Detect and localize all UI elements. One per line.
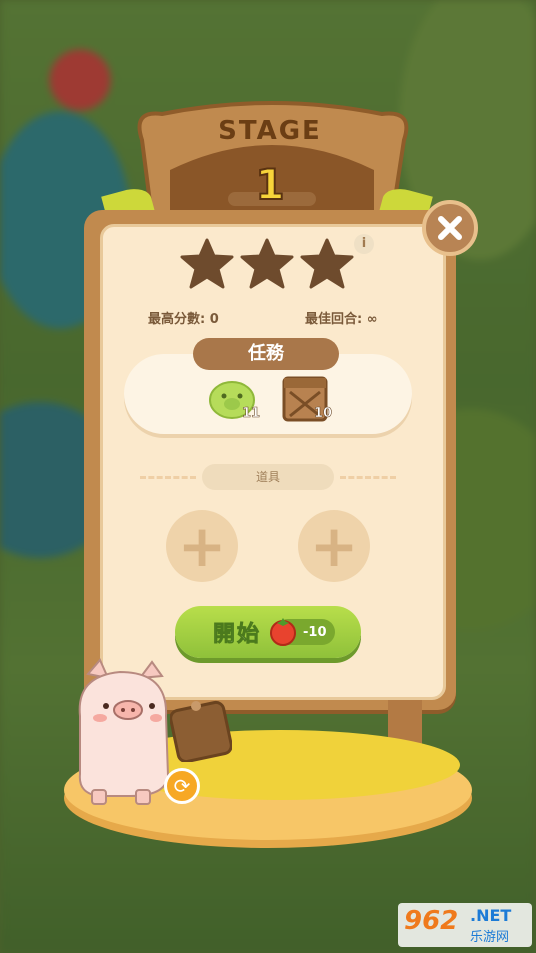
task-count-crate: 10 (314, 406, 333, 422)
watermark-site: 乐游网 (470, 930, 510, 945)
close-button[interactable] (422, 200, 478, 256)
divider-right (340, 476, 396, 479)
cost-badge: -10 (270, 618, 336, 646)
stage-title: STAGE (218, 116, 322, 146)
star-2-icon (240, 238, 294, 289)
task-count-pig: 11 (242, 406, 261, 422)
star-1-icon (180, 238, 234, 289)
stage-number: 1 (254, 159, 285, 210)
refresh-icon: ⟳ (173, 774, 191, 798)
tomato-icon (270, 618, 297, 646)
best-score-text: 最高分數: 0 (148, 312, 219, 327)
item-slot-2[interactable]: + (298, 510, 370, 582)
item-slot-1[interactable]: + (166, 510, 238, 582)
star-3-icon (300, 238, 354, 289)
plus-icon: + (177, 512, 227, 580)
refresh-button[interactable]: ⟳ (164, 768, 200, 804)
best-rounds-text: 最佳回合: ∞ (305, 312, 378, 327)
start-button[interactable]: 開始 -10 (175, 606, 361, 658)
watermark-net: .NET (470, 906, 512, 925)
cost-text: -10 (303, 624, 327, 640)
watermark-number: 962 (404, 906, 459, 936)
close-icon (438, 216, 462, 240)
task-title: 任務 (193, 338, 339, 370)
info-button[interactable]: i (354, 234, 374, 254)
start-label: 開始 (213, 622, 262, 648)
plus-icon: + (309, 512, 359, 580)
items-label: 道具 (202, 464, 334, 490)
divider-left (140, 476, 196, 479)
